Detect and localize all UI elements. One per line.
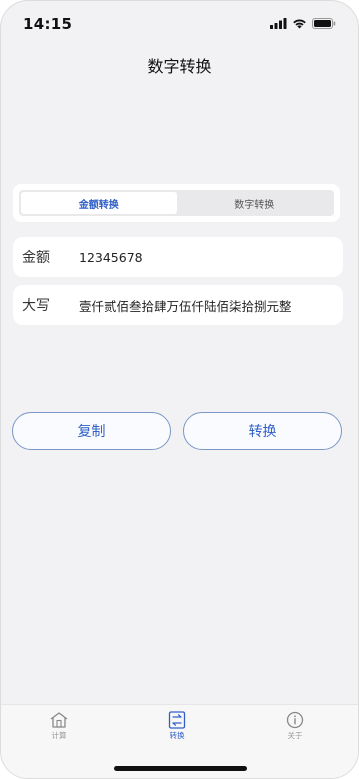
convert-button[interactable]: 转换	[183, 412, 342, 450]
amount-row: 金额 12345678	[13, 237, 343, 277]
status-icons	[270, 18, 336, 29]
convert-icon	[168, 711, 186, 729]
home-icon	[50, 712, 68, 728]
capital-label: 大写	[22, 298, 50, 314]
home-indicator[interactable]	[114, 766, 247, 771]
copy-button[interactable]: 复制	[12, 412, 171, 450]
info-icon	[286, 711, 304, 729]
app-screen: 14:15 数字转换 金额转换 数字转换 金额 12345678 大写 壹仟贰佰…	[0, 0, 359, 779]
amount-input[interactable]: 12345678	[79, 250, 143, 265]
battery-icon	[312, 18, 336, 29]
capital-row: 大写 壹仟贰佰叁拾肆万伍仟陆佰柒拾捌元整	[13, 285, 343, 325]
tab-convert[interactable]: 转换	[147, 711, 207, 741]
segmented-control: 金额转换 数字转换	[19, 190, 334, 216]
tab-about-label: 关于	[287, 731, 303, 740]
segment-amount-conversion[interactable]: 金额转换	[21, 192, 177, 214]
tab-calculate[interactable]: 计算	[29, 711, 89, 741]
page-title: 数字转换	[147, 57, 212, 76]
tab-convert-label: 转换	[169, 731, 185, 740]
tab-calculate-label: 计算	[51, 731, 67, 740]
wifi-icon	[293, 19, 306, 29]
conversion-mode-panel: 金额转换 数字转换	[13, 184, 340, 222]
segment-number-conversion[interactable]: 数字转换	[177, 192, 333, 214]
tab-about[interactable]: 关于	[265, 711, 325, 741]
amount-label: 金额	[22, 250, 50, 266]
cellular-signal-icon	[270, 18, 287, 29]
status-bar: 14:15	[1, 1, 358, 45]
capital-result: 壹仟贰佰叁拾肆万伍仟陆佰柒拾捌元整	[79, 298, 292, 314]
status-time: 14:15	[23, 15, 73, 33]
